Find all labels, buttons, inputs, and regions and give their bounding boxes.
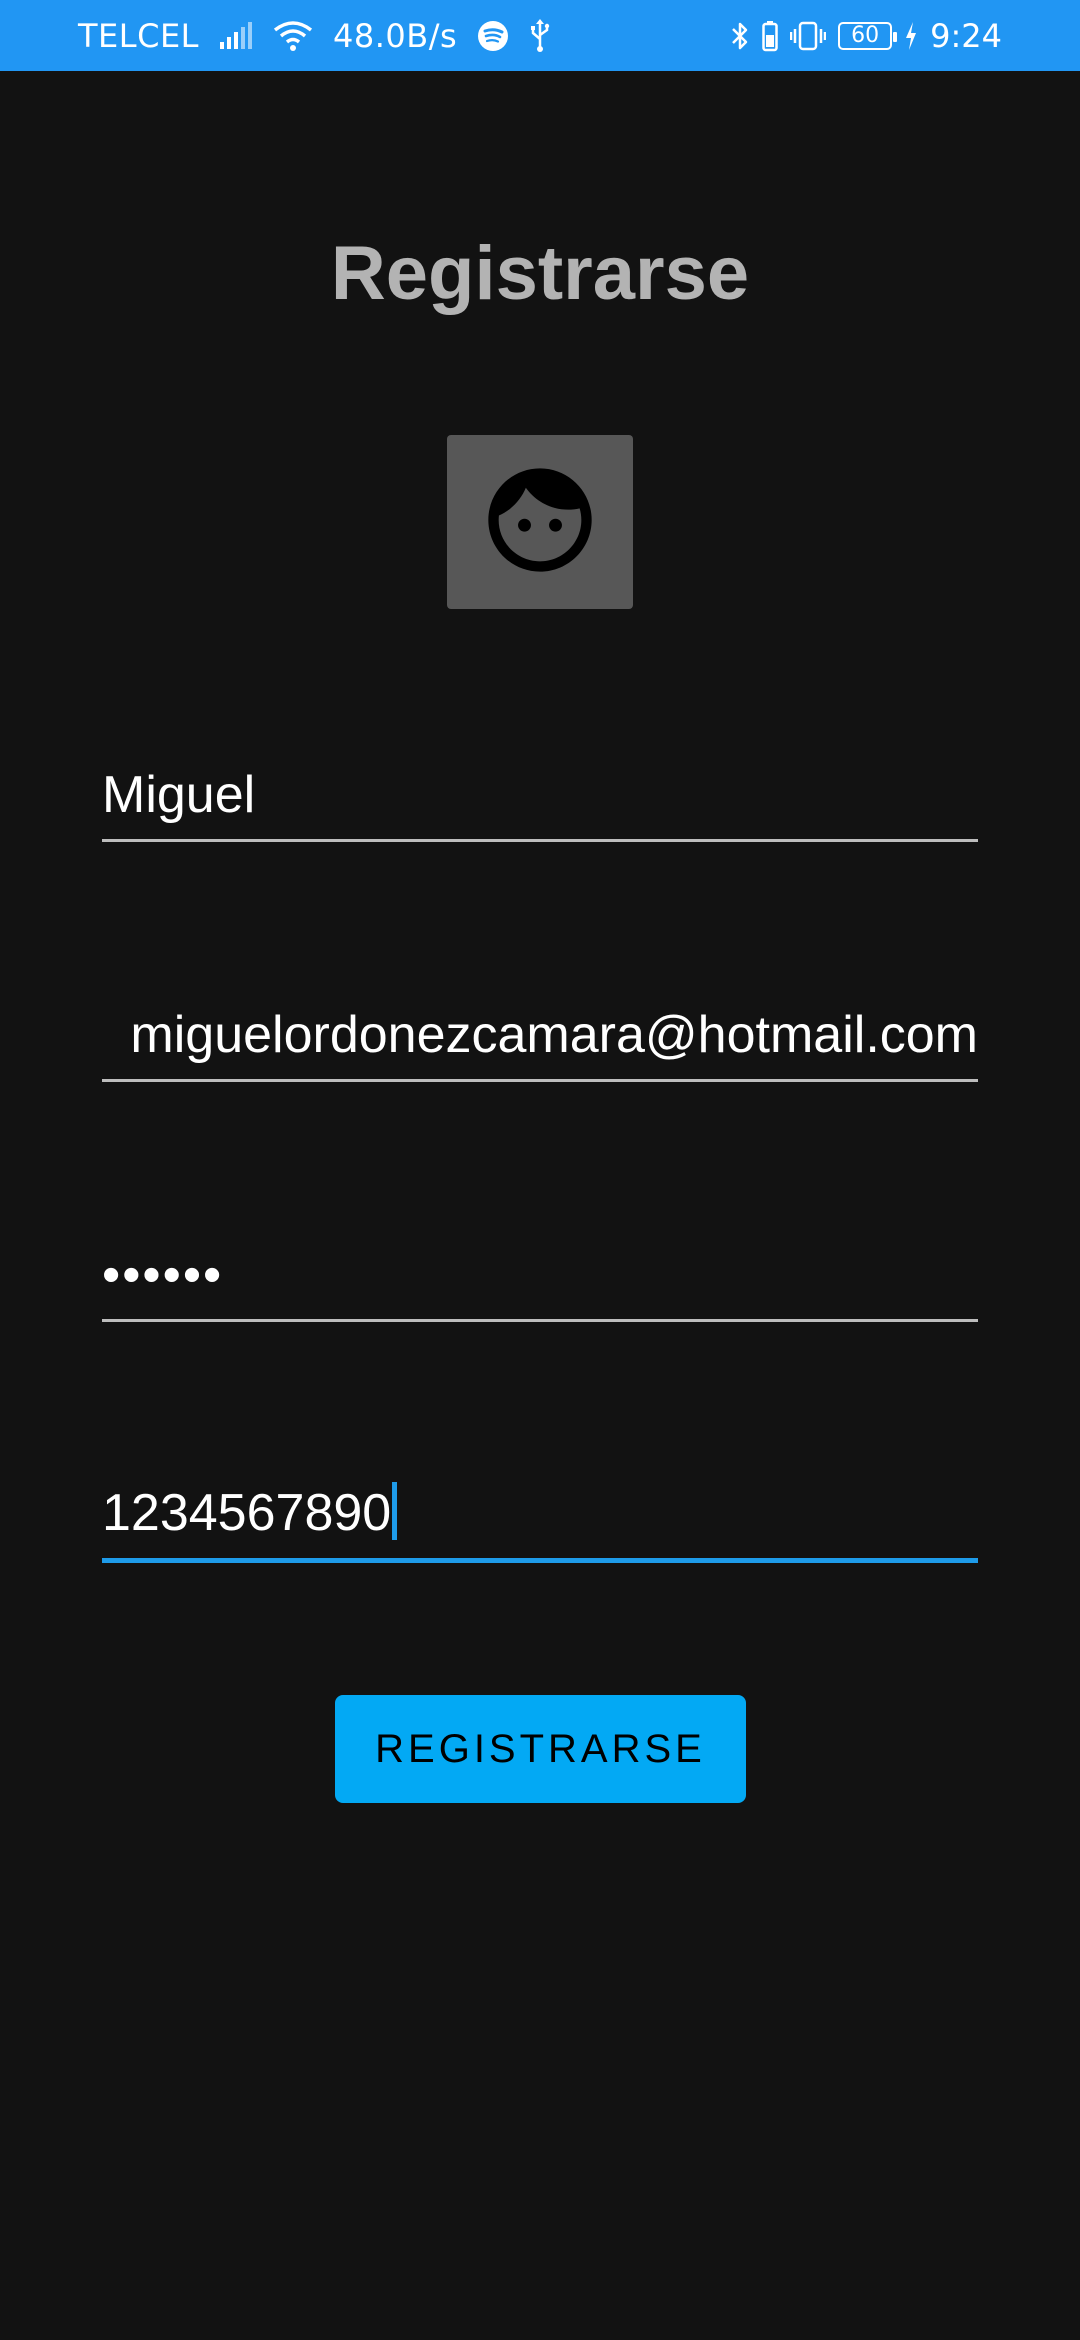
email-field[interactable]: miguelordonezcamara@hotmail.com — [102, 986, 978, 1082]
spotify-icon — [477, 20, 509, 52]
charging-icon — [904, 21, 918, 51]
email-value: miguelordonezcamara@hotmail.com — [130, 1006, 978, 1064]
wifi-icon — [273, 20, 313, 52]
phone-value-wrap: 1234567890 — [102, 1482, 398, 1542]
clock: 9:24 — [930, 16, 1002, 55]
usb-icon — [529, 18, 551, 53]
text-cursor — [392, 1482, 398, 1540]
battery-level: 60 — [851, 22, 880, 48]
password-value: •••••• — [102, 1246, 224, 1304]
battery-small-icon — [762, 20, 778, 52]
face-icon — [478, 458, 602, 587]
status-bar-right: 60 9:24 — [730, 0, 1002, 71]
page-title: Registrarse — [330, 231, 750, 316]
signal-icon — [219, 21, 253, 50]
status-bar: TELCEL 48.0B/s 60 9:24 — [0, 0, 1080, 71]
network-speed: 48.0B/s — [332, 16, 458, 55]
bluetooth-icon — [730, 20, 750, 52]
vibrate-icon — [790, 20, 827, 52]
phone-field[interactable]: 1234567890 — [102, 1467, 978, 1563]
phone-value: 1234567890 — [102, 1484, 392, 1542]
carrier-name: TELCEL — [78, 16, 199, 55]
name-value: Miguel — [102, 766, 256, 824]
register-button[interactable]: REGISTRARSE — [335, 1695, 746, 1803]
name-field[interactable]: Miguel — [102, 746, 978, 842]
status-bar-left: TELCEL 48.0B/s — [78, 0, 551, 71]
battery-icon: 60 — [838, 21, 898, 50]
password-field[interactable]: •••••• — [102, 1226, 978, 1322]
avatar-picker[interactable] — [447, 435, 633, 609]
